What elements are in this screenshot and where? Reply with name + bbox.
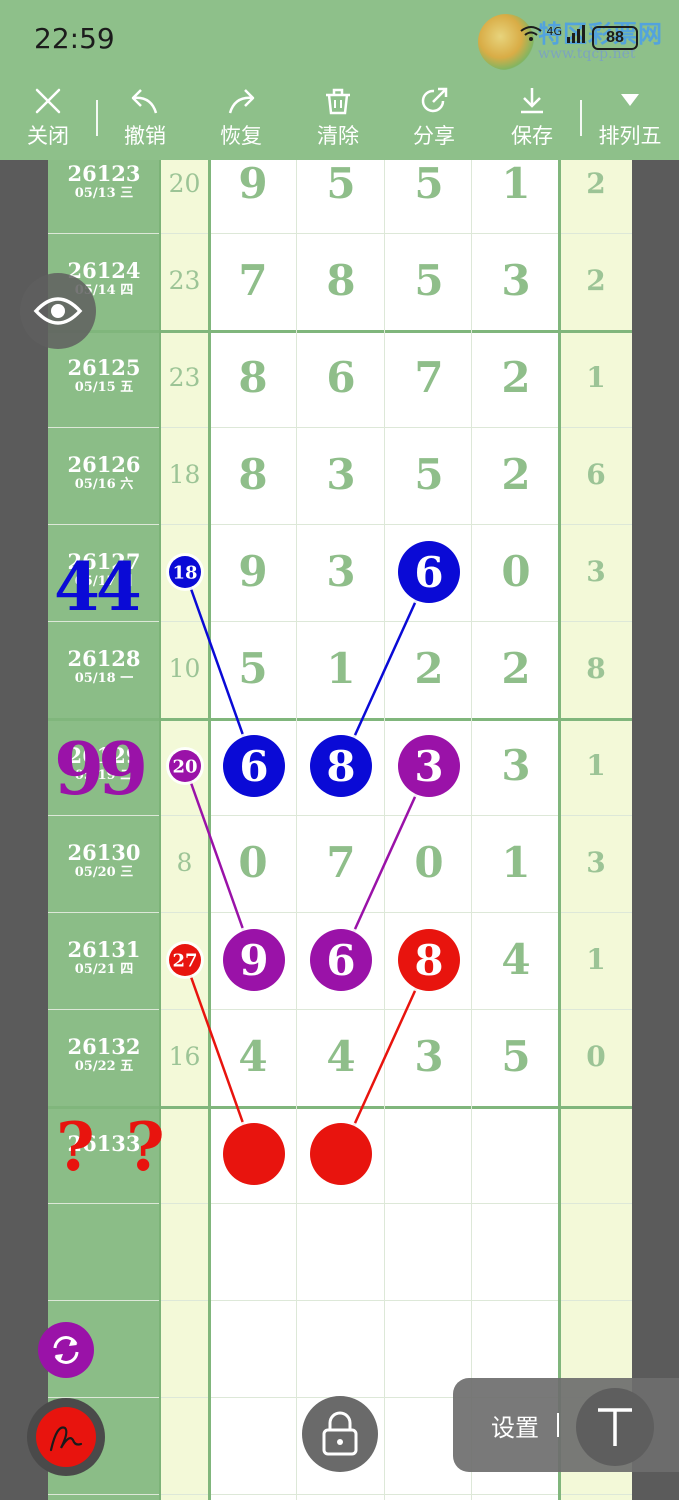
svg-text:3: 3 xyxy=(414,742,443,791)
svg-text:18: 18 xyxy=(172,562,197,583)
svg-text:27: 27 xyxy=(172,950,197,971)
pen-color-button[interactable] xyxy=(27,1398,105,1476)
prediction-ball-red xyxy=(307,1120,375,1188)
svg-text:8: 8 xyxy=(326,742,355,791)
text-tool-button[interactable] xyxy=(576,1388,654,1466)
circled-digit-purple: 6 xyxy=(307,926,375,994)
eye-toggle-button[interactable] xyxy=(20,273,96,349)
refresh-button[interactable] xyxy=(38,1322,94,1378)
settings-button[interactable]: 设置 xyxy=(491,1408,539,1443)
prediction-ball-red xyxy=(220,1120,288,1188)
refresh-icon xyxy=(38,1336,94,1382)
circled-sum-blue: 18 xyxy=(166,553,204,591)
circled-digit-red: 8 xyxy=(395,926,463,994)
lock-button[interactable] xyxy=(302,1396,378,1472)
circled-digit-blue: 6 xyxy=(220,732,288,800)
circled-digit-blue: 8 xyxy=(307,732,375,800)
note-blue: 44 xyxy=(54,548,142,626)
eye-icon xyxy=(20,297,96,353)
circled-digit-purple: 3 xyxy=(395,732,463,800)
svg-text:9: 9 xyxy=(239,936,268,985)
settings-divider xyxy=(557,1413,559,1437)
svg-text:20: 20 xyxy=(172,756,197,777)
svg-text:6: 6 xyxy=(326,936,355,985)
text-tool-icon xyxy=(576,1408,654,1470)
lock-icon xyxy=(302,1411,378,1476)
circled-sum-purple: 20 xyxy=(166,747,204,785)
note-purple: 99 xyxy=(54,726,148,811)
circled-digit-blue: 6 xyxy=(395,538,463,606)
note-red-question-left: ? xyxy=(56,1108,95,1186)
svg-text:8: 8 xyxy=(414,936,443,985)
pen-icon xyxy=(27,1398,105,1481)
svg-text:6: 6 xyxy=(414,548,443,597)
circled-sum-red: 27 xyxy=(166,941,204,979)
circled-digit-purple: 9 xyxy=(220,926,288,994)
note-red-question-right: ? xyxy=(126,1108,165,1186)
svg-text:6: 6 xyxy=(239,742,268,791)
